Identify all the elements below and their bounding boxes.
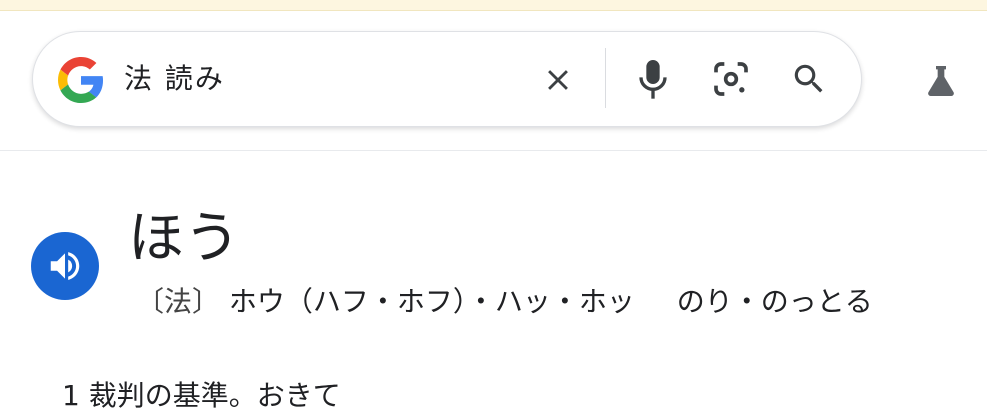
top-banner-strip: [0, 0, 987, 11]
google-g-logo: [58, 57, 104, 103]
speaker-button[interactable]: [31, 232, 99, 300]
kanji-headword: 〔法〕: [136, 285, 221, 318]
speaker-icon: [50, 252, 80, 280]
close-icon[interactable]: [536, 58, 580, 102]
header-separator: [0, 150, 987, 151]
flask-icon[interactable]: [918, 58, 964, 104]
camera-lens-icon[interactable]: [708, 56, 754, 102]
word-reading: ほう: [128, 206, 240, 271]
microphone-icon[interactable]: [633, 56, 673, 104]
on-readings: ホウ（ハフ・ホフ）・ハッ・ホッ: [228, 285, 635, 318]
kun-readings: のり・のっとる: [676, 285, 873, 318]
search-input[interactable]: 法 読み: [124, 56, 225, 102]
definition-item: 1 裁判の基準。おきて: [62, 379, 341, 412]
search-icon[interactable]: [786, 56, 832, 102]
kanji-readings-line: 〔法〕 ホウ（ハフ・ホフ）・ハッ・ホッ のり・のっとる: [136, 282, 873, 322]
search-divider: [605, 48, 606, 108]
